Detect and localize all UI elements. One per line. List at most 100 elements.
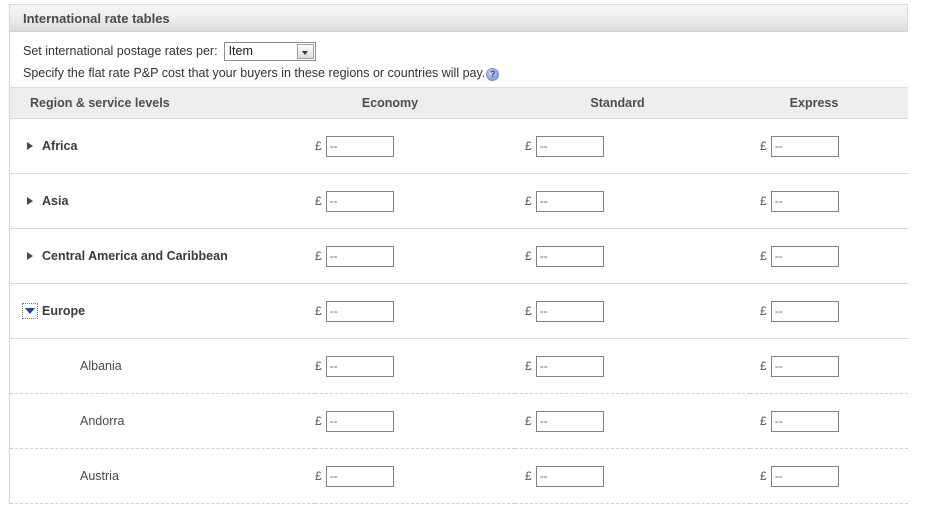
currency-symbol: £	[525, 139, 532, 153]
country-label-cell: Andorra	[10, 394, 315, 449]
country-label-cell: Austria	[10, 449, 315, 504]
standard-rate-cell: £	[515, 174, 750, 229]
region-label-cell: Africa	[10, 119, 315, 174]
table-header-row: Region & service levels Economy Standard…	[10, 88, 908, 119]
country-row: Austria£££	[10, 449, 908, 504]
economy-rate-cell: £	[315, 119, 515, 174]
express-rate-input[interactable]	[771, 301, 839, 322]
country-label: Austria	[10, 469, 315, 483]
standard-rate-cell: £	[515, 339, 750, 394]
region-row: Europe £ £ £	[10, 284, 908, 339]
economy-rate-cell: £	[315, 229, 515, 284]
economy-rate-cell: £	[315, 339, 515, 394]
chevron-right-icon[interactable]	[23, 249, 37, 263]
standard-rate-input[interactable]	[536, 136, 604, 157]
standard-rate-input[interactable]	[536, 301, 604, 322]
chevron-right-icon[interactable]	[23, 139, 37, 153]
region-label: Asia	[42, 194, 68, 208]
economy-rate-cell: £	[315, 174, 515, 229]
chevron-down-icon[interactable]	[297, 44, 314, 59]
economy-rate-input[interactable]	[326, 411, 394, 432]
column-header-express: Express	[750, 88, 908, 119]
currency-symbol: £	[760, 139, 767, 153]
table-body: Africa£££Asia£££Central America and Cari…	[10, 119, 908, 504]
economy-rate-input[interactable]	[326, 356, 394, 377]
currency-symbol: £	[315, 469, 322, 483]
currency-symbol: £	[760, 359, 767, 373]
region-label-cell: Europe	[10, 284, 315, 339]
express-rate-input[interactable]	[771, 191, 839, 212]
standard-rate-input[interactable]	[536, 191, 604, 212]
country-row: Andorra£££	[10, 394, 908, 449]
chevron-right-icon[interactable]	[23, 194, 37, 208]
region-label: Europe	[42, 304, 85, 318]
currency-symbol: £	[760, 469, 767, 483]
region-row: Central America and Caribbean£££	[10, 229, 908, 284]
standard-rate-input[interactable]	[536, 356, 604, 377]
economy-rate-cell: £	[315, 284, 515, 339]
standard-rate-input[interactable]	[536, 246, 604, 267]
express-rate-cell: £	[750, 119, 908, 174]
standard-rate-input[interactable]	[536, 466, 604, 487]
express-rate-cell: £	[750, 284, 908, 339]
express-rate-input[interactable]	[771, 466, 839, 487]
intro-section: Set international postage rates per: Ite…	[10, 32, 908, 87]
currency-symbol: £	[760, 414, 767, 428]
currency-symbol: £	[315, 414, 322, 428]
currency-symbol: £	[760, 304, 767, 318]
express-rate-input[interactable]	[771, 246, 839, 267]
currency-symbol: £	[525, 304, 532, 318]
currency-symbol: £	[315, 139, 322, 153]
column-header-economy: Economy	[315, 88, 515, 119]
standard-rate-cell: £	[515, 394, 750, 449]
region-row: Africa £ £ £	[10, 119, 908, 174]
currency-symbol: £	[315, 194, 322, 208]
rate-per-select[interactable]: Item	[224, 42, 316, 61]
rate-table: Region & service levels Economy Standard…	[10, 87, 908, 504]
intro-description-text: Specify the flat rate P&P cost that your…	[23, 65, 485, 81]
standard-rate-cell: £	[515, 119, 750, 174]
international-rate-tables-page: International rate tables Set internatio…	[0, 0, 936, 526]
column-header-region: Region & service levels	[10, 88, 315, 119]
express-rate-cell: £	[750, 449, 908, 504]
country-label-cell: Albania	[10, 339, 315, 394]
rate-per-label: Set international postage rates per:	[23, 44, 218, 58]
standard-rate-cell: £	[515, 449, 750, 504]
help-icon-glyph: ?	[487, 68, 498, 81]
currency-symbol: £	[315, 249, 322, 263]
economy-rate-input[interactable]	[326, 191, 394, 212]
economy-rate-input[interactable]	[326, 466, 394, 487]
country-label: Andorra	[10, 414, 315, 428]
currency-symbol: £	[525, 359, 532, 373]
region-row: Asia £ £ £	[10, 174, 908, 229]
currency-symbol: £	[760, 194, 767, 208]
rate-per-selected-value: Item	[229, 43, 253, 60]
express-rate-input[interactable]	[771, 136, 839, 157]
express-rate-cell: £	[750, 339, 908, 394]
economy-rate-cell: £	[315, 394, 515, 449]
region-label: Central America and Caribbean	[42, 249, 228, 263]
region-label: Africa	[42, 139, 77, 153]
economy-rate-input[interactable]	[326, 246, 394, 267]
express-rate-cell: £	[750, 174, 908, 229]
standard-rate-cell: £	[515, 229, 750, 284]
express-rate-input[interactable]	[771, 411, 839, 432]
economy-rate-input[interactable]	[326, 301, 394, 322]
chevron-down-icon[interactable]	[23, 304, 37, 318]
country-label: Albania	[10, 359, 315, 373]
express-rate-input[interactable]	[771, 356, 839, 377]
standard-rate-cell: £	[515, 284, 750, 339]
page-title: International rate tables	[10, 4, 908, 32]
country-row: Albania£££	[10, 339, 908, 394]
economy-rate-input[interactable]	[326, 136, 394, 157]
express-rate-cell: £	[750, 394, 908, 449]
currency-symbol: £	[525, 194, 532, 208]
economy-rate-cell: £	[315, 449, 515, 504]
currency-symbol: £	[315, 359, 322, 373]
region-label-cell: Asia	[10, 174, 315, 229]
standard-rate-input[interactable]	[536, 411, 604, 432]
currency-symbol: £	[525, 249, 532, 263]
help-icon[interactable]: ?	[486, 68, 499, 81]
rate-per-row: Set international postage rates per: Ite…	[23, 40, 908, 62]
currency-symbol: £	[315, 304, 322, 318]
